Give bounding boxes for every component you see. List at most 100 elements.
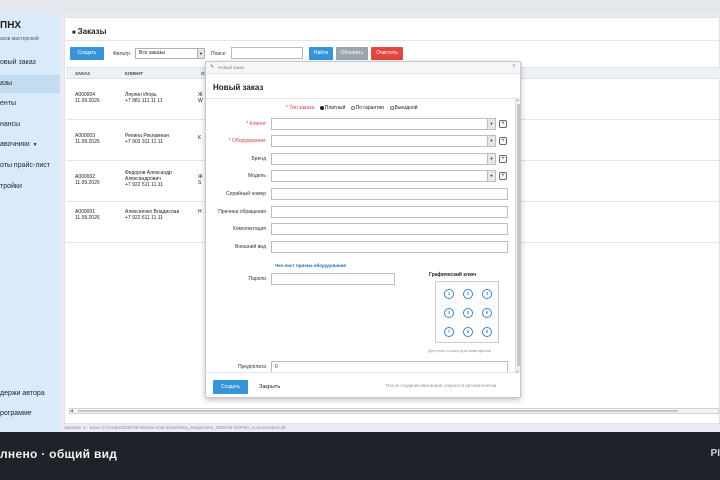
client-label: * Клиент xyxy=(246,121,266,127)
sidebar-item-finance[interactable]: нансы xyxy=(0,116,60,134)
prepay-label: Предоплата xyxy=(237,364,266,370)
sidebar-item-about[interactable]: рограмме xyxy=(0,405,60,423)
order-date: 11.09.2026 xyxy=(75,98,100,104)
new-order-dialog: ✎ Новый заказ × Новый заказ * Тип заказа… xyxy=(205,61,521,398)
column-header-order[interactable]: ЗАКАЗ xyxy=(75,71,90,76)
graphic-key-title: Графический ключ xyxy=(429,272,477,278)
reason-input[interactable] xyxy=(271,206,508,218)
serial-label: Серийный номер xyxy=(226,191,266,197)
graphic-key-dot[interactable]: 5 xyxy=(463,308,473,318)
sidebar-item-directories-label: авочники xyxy=(0,141,30,148)
page-title: ■ Заказы xyxy=(72,27,106,36)
search-input[interactable] xyxy=(231,47,303,59)
equipment-cell: Н xyxy=(198,209,202,215)
graphic-key-dot[interactable]: 3 xyxy=(482,289,492,299)
chevron-down-icon: ▼ xyxy=(487,154,495,164)
scrollbar-thumb[interactable] xyxy=(517,104,520,366)
column-header-client[interactable]: КЛИЕНТ xyxy=(125,71,143,76)
kit-label: Комплектация xyxy=(232,226,266,232)
prepay-input[interactable]: 0 xyxy=(271,361,508,372)
add-client-icon[interactable]: + xyxy=(499,120,507,128)
order-type-onsite-radio[interactable]: Выездной xyxy=(389,105,418,111)
graphic-key-pad[interactable]: 1 2 3 4 5 6 7 8 9 xyxy=(435,281,499,343)
graphic-key-dot[interactable]: 1 xyxy=(444,289,454,299)
client-phone: +7 903 311 11 11 xyxy=(125,139,163,145)
appearance-label: Внешний вид xyxy=(235,244,266,250)
add-equipment-icon[interactable]: + xyxy=(499,137,507,145)
scrollbar-thumb[interactable] xyxy=(78,410,678,412)
passwords-label: Пароли xyxy=(248,276,266,282)
bottom-caption-right: РІ xyxy=(710,448,720,459)
filter-select[interactable]: Все заказы ▼ xyxy=(135,48,205,59)
sidebar-item-orders[interactable]: азы xyxy=(0,75,60,93)
app-subtitle: азов мастерской xyxy=(0,36,39,42)
brand-select[interactable]: ▼ xyxy=(271,153,496,165)
top-strip xyxy=(0,0,720,14)
sidebar-item-directories[interactable]: авочники ▼ xyxy=(0,136,60,154)
client-phone: +7 922 611 11 11 xyxy=(125,215,163,221)
pencil-icon: ✎ xyxy=(210,64,215,70)
checklist-link[interactable]: Чек-лист приема оборудования xyxy=(275,263,346,268)
graphic-key-note: Доступно только для смартфонов xyxy=(428,348,492,353)
status-bar: Заказов: 4 · База: E:\Codex\2026-06-05\n… xyxy=(64,425,286,430)
order-type-paid-radio[interactable]: Платный xyxy=(319,105,346,111)
find-button[interactable]: Найти xyxy=(309,47,333,60)
model-select[interactable]: ▼ xyxy=(271,170,496,182)
scroll-up-icon[interactable]: ▲ xyxy=(516,99,519,102)
dialog-close-button[interactable]: Закрыть xyxy=(259,384,280,390)
chevron-down-icon: ▼ xyxy=(197,49,204,58)
orders-icon: ■ xyxy=(72,30,76,36)
chevron-down-icon: ▼ xyxy=(487,136,495,146)
serial-input[interactable] xyxy=(271,188,508,200)
sidebar-item-settings[interactable]: тройки xyxy=(0,178,60,196)
graphic-key-dot[interactable]: 4 xyxy=(444,308,454,318)
graphic-key-dot[interactable]: 9 xyxy=(482,327,492,337)
client-phone: +7 922 511 11 11 xyxy=(125,182,163,188)
equipment-cell: К xyxy=(198,135,201,141)
dialog-title: Новый заказ xyxy=(213,83,264,92)
sidebar-item-support-author[interactable]: держи автора xyxy=(0,385,60,403)
radio-label: Платный xyxy=(324,105,346,111)
search-label: Поиск: xyxy=(211,51,227,57)
chevron-down-icon: ▼ xyxy=(32,142,38,148)
client-select[interactable]: ▼ xyxy=(271,118,496,130)
equipment-cell-2: S xyxy=(198,180,202,186)
appearance-input[interactable] xyxy=(271,241,508,253)
dialog-titlebar[interactable]: ✎ Новый заказ × xyxy=(206,62,520,74)
chevron-down-icon: ▼ xyxy=(487,171,495,181)
order-type-group: * Тип заказа Платный По гарантии Выездно… xyxy=(286,105,422,111)
client-phone: +7 981 111 11 11 xyxy=(125,98,163,104)
kit-input[interactable] xyxy=(271,223,508,235)
order-type-warranty-radio[interactable]: По гарантии xyxy=(350,105,384,111)
scroll-down-icon[interactable]: ▼ xyxy=(516,371,519,373)
equipment-select[interactable]: ▼ xyxy=(271,135,496,147)
radio-checked-icon xyxy=(319,106,324,110)
brand-label: Бренд xyxy=(251,156,266,162)
horizontal-scrollbar[interactable]: ◀ xyxy=(69,408,719,414)
dialog-body: * Тип заказа Платный По гарантии Выездно… xyxy=(206,98,520,373)
radio-unchecked-icon xyxy=(350,106,355,110)
sidebar-item-price-reports[interactable]: оты прайс-лист xyxy=(0,157,60,175)
clear-button[interactable]: Очистить xyxy=(371,47,403,60)
scroll-left-icon[interactable]: ◀ xyxy=(70,409,73,413)
close-icon[interactable]: × xyxy=(512,63,516,70)
equipment-cell-2: W xyxy=(198,98,203,104)
add-brand-icon[interactable]: + xyxy=(499,155,507,163)
bottom-caption-bar: лнено · общий вид РІ xyxy=(0,432,720,480)
dialog-create-button[interactable]: Создать xyxy=(213,380,248,394)
create-order-button[interactable]: Создать xyxy=(70,47,104,60)
bottom-caption: лнено · общий вид xyxy=(0,447,118,461)
graphic-key-dot[interactable]: 8 xyxy=(463,327,473,337)
sidebar-item-clients[interactable]: енты xyxy=(0,95,60,113)
add-model-icon[interactable]: + xyxy=(499,172,507,180)
graphic-key-dot[interactable]: 6 xyxy=(482,308,492,318)
page-title-text: Заказы xyxy=(77,27,107,36)
column-header-equipment[interactable]: О xyxy=(201,71,205,76)
order-date: 11.09.2026 xyxy=(75,139,100,145)
passwords-input[interactable] xyxy=(271,273,395,285)
graphic-key-dot[interactable]: 7 xyxy=(444,327,454,337)
sidebar-item-new-order[interactable]: овый заказ xyxy=(0,54,60,72)
dialog-vertical-scrollbar[interactable]: ▲ ▼ xyxy=(515,99,520,373)
graphic-key-dot[interactable]: 2 xyxy=(463,289,473,299)
refresh-button[interactable]: Обновить xyxy=(336,47,368,60)
